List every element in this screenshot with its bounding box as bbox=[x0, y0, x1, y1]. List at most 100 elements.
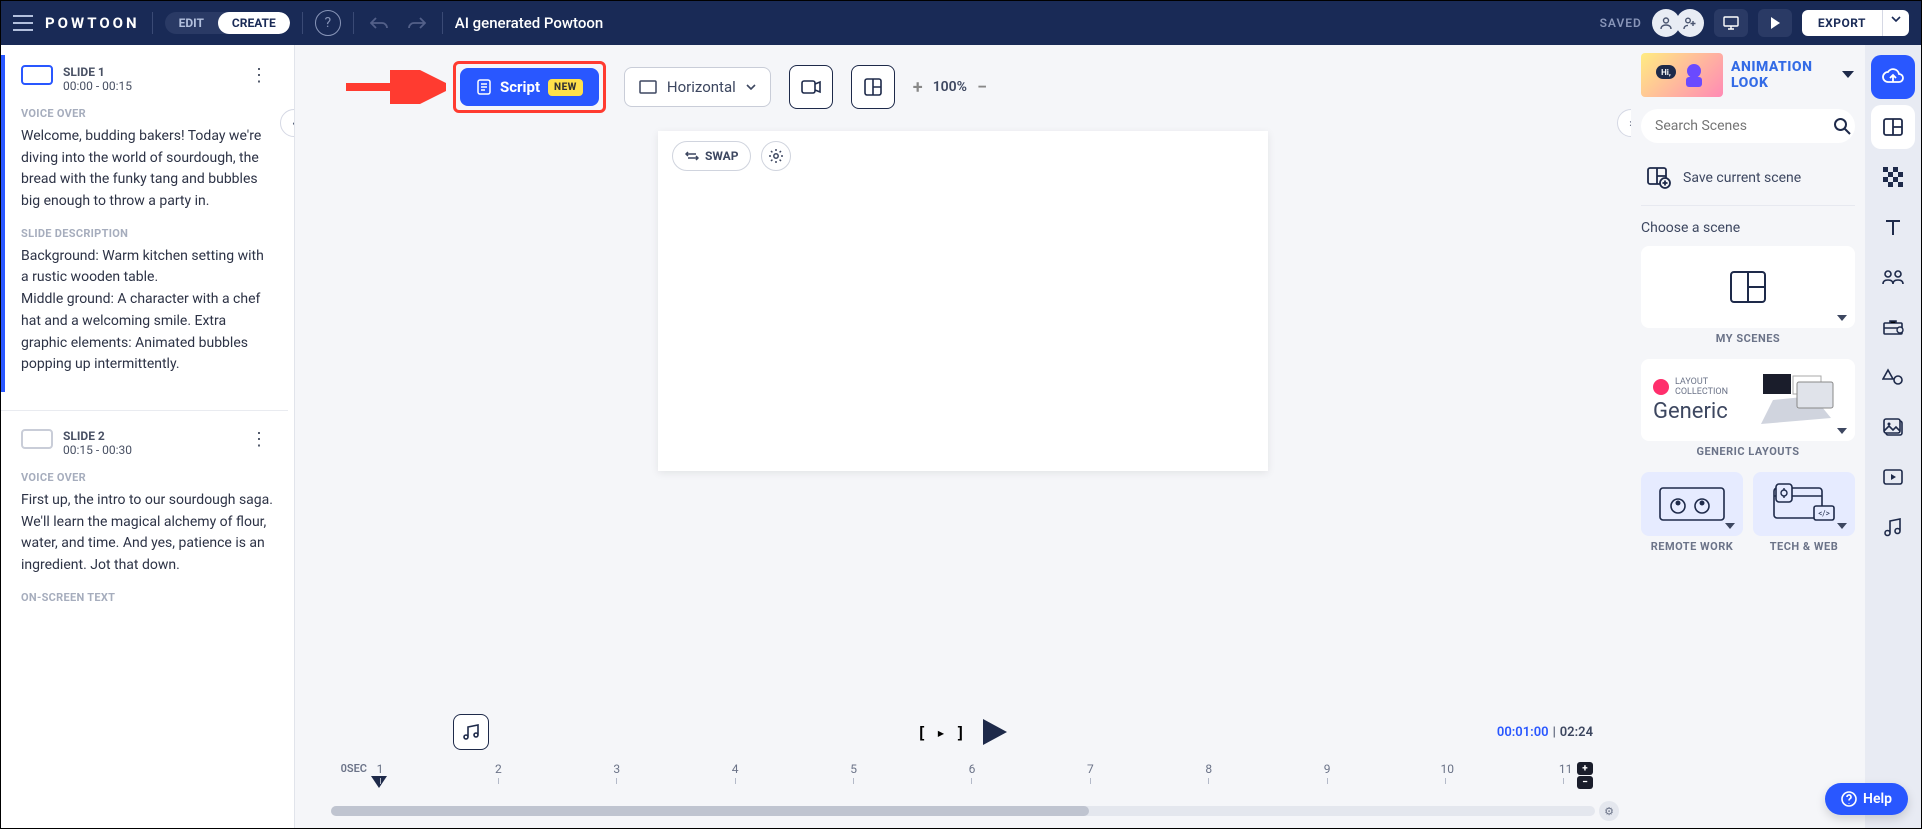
video-icon bbox=[1883, 469, 1903, 485]
ruler-start-label: 0SEC bbox=[331, 762, 367, 775]
category-remote: REMOTE WORK bbox=[1641, 540, 1743, 553]
camera-button[interactable] bbox=[789, 65, 833, 109]
timeline-ruler[interactable]: 1234567891011 bbox=[375, 762, 1569, 798]
project-title-input[interactable] bbox=[455, 14, 1588, 32]
save-scene-label: Save current scene bbox=[1683, 170, 1801, 186]
music-icon bbox=[462, 723, 480, 741]
choose-scene-label: Choose a scene bbox=[1641, 220, 1855, 236]
music-note-icon bbox=[1884, 517, 1902, 537]
scenes-tab[interactable] bbox=[1871, 105, 1915, 149]
scrollbar-thumb[interactable] bbox=[331, 806, 1089, 816]
text-tab[interactable] bbox=[1871, 205, 1915, 249]
zoom-out-icon[interactable]: − bbox=[977, 77, 987, 98]
checker-icon bbox=[1883, 167, 1903, 187]
scene-card-tech[interactable]: </> bbox=[1753, 472, 1855, 536]
chevron-down-icon[interactable] bbox=[1837, 428, 1847, 435]
music-button[interactable] bbox=[453, 714, 489, 750]
scene-card-generic[interactable]: LAYOUTLAYOUT COLLECTIONCOLLECTION Generi… bbox=[1641, 359, 1855, 441]
ruler-tick: 1 bbox=[375, 762, 385, 784]
collaborators[interactable] bbox=[1652, 9, 1704, 37]
script-label: Script bbox=[500, 78, 540, 96]
menu-icon[interactable] bbox=[13, 15, 33, 31]
search-icon[interactable] bbox=[1833, 117, 1851, 135]
edit-mode-button[interactable]: EDIT bbox=[165, 12, 218, 34]
swap-label: SWAP bbox=[705, 149, 738, 163]
play-button[interactable] bbox=[981, 717, 1009, 747]
chevron-down-icon[interactable] bbox=[1837, 523, 1847, 530]
layout-button[interactable] bbox=[851, 65, 895, 109]
slide-name: SLIDE 2 bbox=[63, 429, 234, 443]
undo-icon[interactable] bbox=[366, 16, 392, 30]
gear-icon[interactable] bbox=[761, 141, 791, 171]
background-tab[interactable] bbox=[1871, 155, 1915, 199]
section-label: VOICE OVER bbox=[21, 471, 274, 484]
create-mode-button[interactable]: CREATE bbox=[218, 12, 290, 34]
help-icon[interactable]: ? bbox=[315, 10, 341, 36]
chevron-down-icon[interactable] bbox=[1841, 70, 1855, 80]
horizontal-icon bbox=[639, 80, 657, 94]
briefcase-icon bbox=[1882, 319, 1904, 335]
saved-status: SAVED bbox=[1600, 16, 1642, 30]
scene-card-my[interactable] bbox=[1641, 246, 1855, 328]
help-widget[interactable]: Help bbox=[1825, 783, 1908, 815]
ruler-tick: 2 bbox=[493, 762, 503, 784]
scenes-icon bbox=[1883, 118, 1903, 136]
export-dropdown-icon[interactable] bbox=[1882, 10, 1909, 36]
search-scenes[interactable] bbox=[1641, 109, 1855, 143]
orientation-dropdown[interactable]: Horizontal bbox=[624, 67, 771, 107]
ruler-tick: 7 bbox=[1085, 762, 1095, 784]
layout-grid-icon bbox=[864, 78, 882, 96]
add-user-icon[interactable] bbox=[1676, 9, 1704, 37]
editor-canvas-area: › Script NEW Horizontal bbox=[295, 45, 1631, 828]
slide-thumbnail[interactable] bbox=[21, 65, 53, 85]
search-input[interactable] bbox=[1655, 118, 1833, 134]
timeline-scrollbar[interactable]: ⚙ bbox=[331, 806, 1595, 816]
ruler-tick: 3 bbox=[612, 762, 622, 784]
timeline-settings-icon[interactable]: ⚙ bbox=[1599, 801, 1619, 821]
preview-icon[interactable] bbox=[1758, 9, 1792, 37]
zoom-level: 100% bbox=[933, 79, 967, 95]
images-tab[interactable] bbox=[1871, 405, 1915, 449]
timeline-add-button[interactable]: + bbox=[1577, 762, 1593, 775]
chevron-down-icon[interactable] bbox=[1837, 315, 1847, 322]
script-button[interactable]: Script NEW bbox=[460, 68, 599, 106]
videos-tab[interactable] bbox=[1871, 455, 1915, 499]
generic-label: Generic bbox=[1653, 399, 1745, 424]
props-tab[interactable] bbox=[1871, 305, 1915, 349]
slide-thumbnail[interactable] bbox=[21, 429, 53, 449]
export-button[interactable]: EXPORT bbox=[1802, 10, 1882, 36]
swap-button[interactable]: SWAP bbox=[672, 141, 751, 171]
more-icon[interactable]: ⋮ bbox=[244, 429, 274, 450]
shapes-tab[interactable] bbox=[1871, 355, 1915, 399]
more-icon[interactable]: ⋮ bbox=[244, 65, 274, 86]
scene-card-remote[interactable] bbox=[1641, 472, 1743, 536]
upload-button[interactable] bbox=[1871, 55, 1915, 99]
play-segment-button[interactable]: [ ▸ ] bbox=[917, 723, 965, 742]
present-icon[interactable] bbox=[1714, 9, 1748, 37]
stage-canvas[interactable]: SWAP bbox=[658, 131, 1268, 471]
layout-icon bbox=[1730, 271, 1766, 303]
timeline-remove-button[interactable]: − bbox=[1577, 776, 1593, 789]
divider bbox=[1, 410, 288, 411]
divider bbox=[302, 12, 303, 34]
remote-work-icon bbox=[1652, 482, 1732, 526]
slide-card[interactable]: SLIDE 1 00:00 - 00:15 ⋮ VOICE OVER Welco… bbox=[1, 55, 288, 392]
help-icon bbox=[1841, 791, 1857, 807]
save-scene-icon bbox=[1647, 167, 1671, 189]
zoom-in-icon[interactable]: + bbox=[913, 77, 923, 98]
chevron-down-icon[interactable] bbox=[1725, 523, 1735, 530]
layout-badge-label: LAYOUT bbox=[1675, 377, 1708, 387]
redo-icon[interactable] bbox=[404, 16, 430, 30]
chevron-down-icon bbox=[746, 84, 756, 90]
ruler-tick: 10 bbox=[1441, 762, 1451, 784]
voiceover-text: First up, the intro to our sourdough sag… bbox=[21, 490, 274, 577]
ruler-tick: 11 bbox=[1559, 762, 1569, 784]
ruler-tick: 5 bbox=[849, 762, 859, 784]
save-scene-button[interactable]: Save current scene bbox=[1641, 157, 1855, 206]
slide-card[interactable]: SLIDE 2 00:15 - 00:30 ⋮ VOICE OVER First… bbox=[1, 419, 288, 626]
characters-tab[interactable] bbox=[1871, 255, 1915, 299]
sound-tab[interactable] bbox=[1871, 505, 1915, 549]
ruler-tick: 8 bbox=[1204, 762, 1214, 784]
ruler-tick: 4 bbox=[730, 762, 740, 784]
slide-name: SLIDE 1 bbox=[63, 65, 234, 79]
